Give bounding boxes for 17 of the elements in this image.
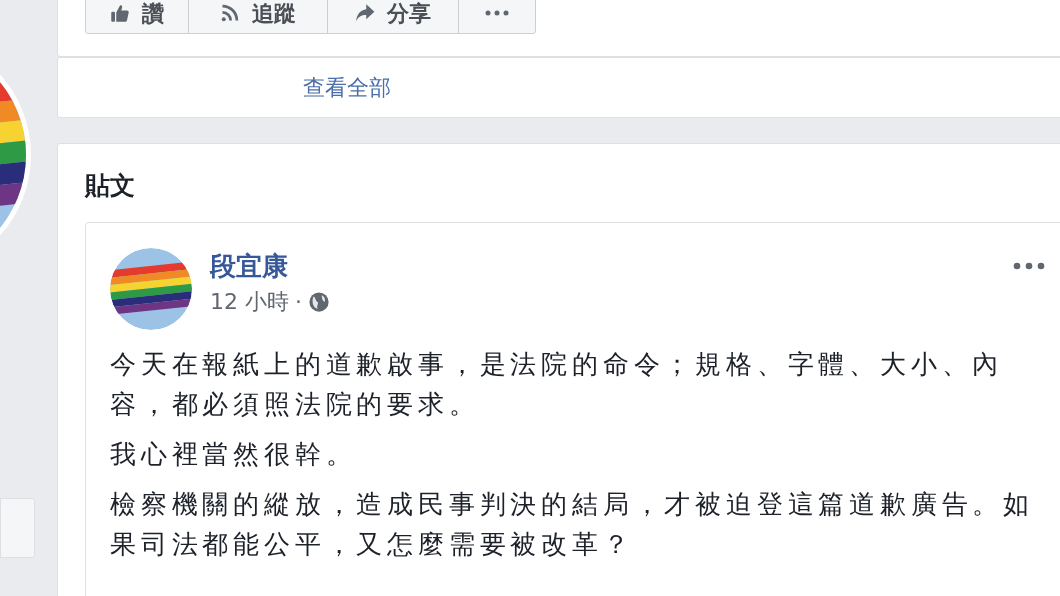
rss-icon <box>220 3 240 23</box>
separator-dot: · <box>295 288 302 316</box>
thumbs-up-icon <box>110 3 130 23</box>
post-time[interactable]: 12 小時 <box>210 286 289 318</box>
like-button[interactable]: 讚 <box>86 0 189 33</box>
post-paragraph: 檢察機關的縱放，造成民事判決的結局，才被迫登這篇道歉廣告。如果司法都能公平，又怎麼需要被改革？ <box>110 488 1035 561</box>
more-icon <box>485 10 509 16</box>
see-all-link[interactable]: 查看全部 <box>303 71 391 104</box>
share-button[interactable]: 分享 <box>328 0 459 33</box>
posts-title: 貼文 <box>85 170 135 202</box>
post-paragraph: 我心裡當然很幹。 <box>110 438 358 471</box>
share-arrow-icon <box>355 3 375 23</box>
author-name[interactable]: 段宜康 <box>210 248 288 284</box>
more-icon[interactable] <box>1013 262 1045 270</box>
follow-button[interactable]: 追蹤 <box>189 0 328 33</box>
globe-icon <box>308 291 330 313</box>
post-paragraph: 今天在報紙上的道歉啟事，是法院的命令；規格、字體、大小、內容，都必須照法院的要求。 <box>110 348 1005 421</box>
